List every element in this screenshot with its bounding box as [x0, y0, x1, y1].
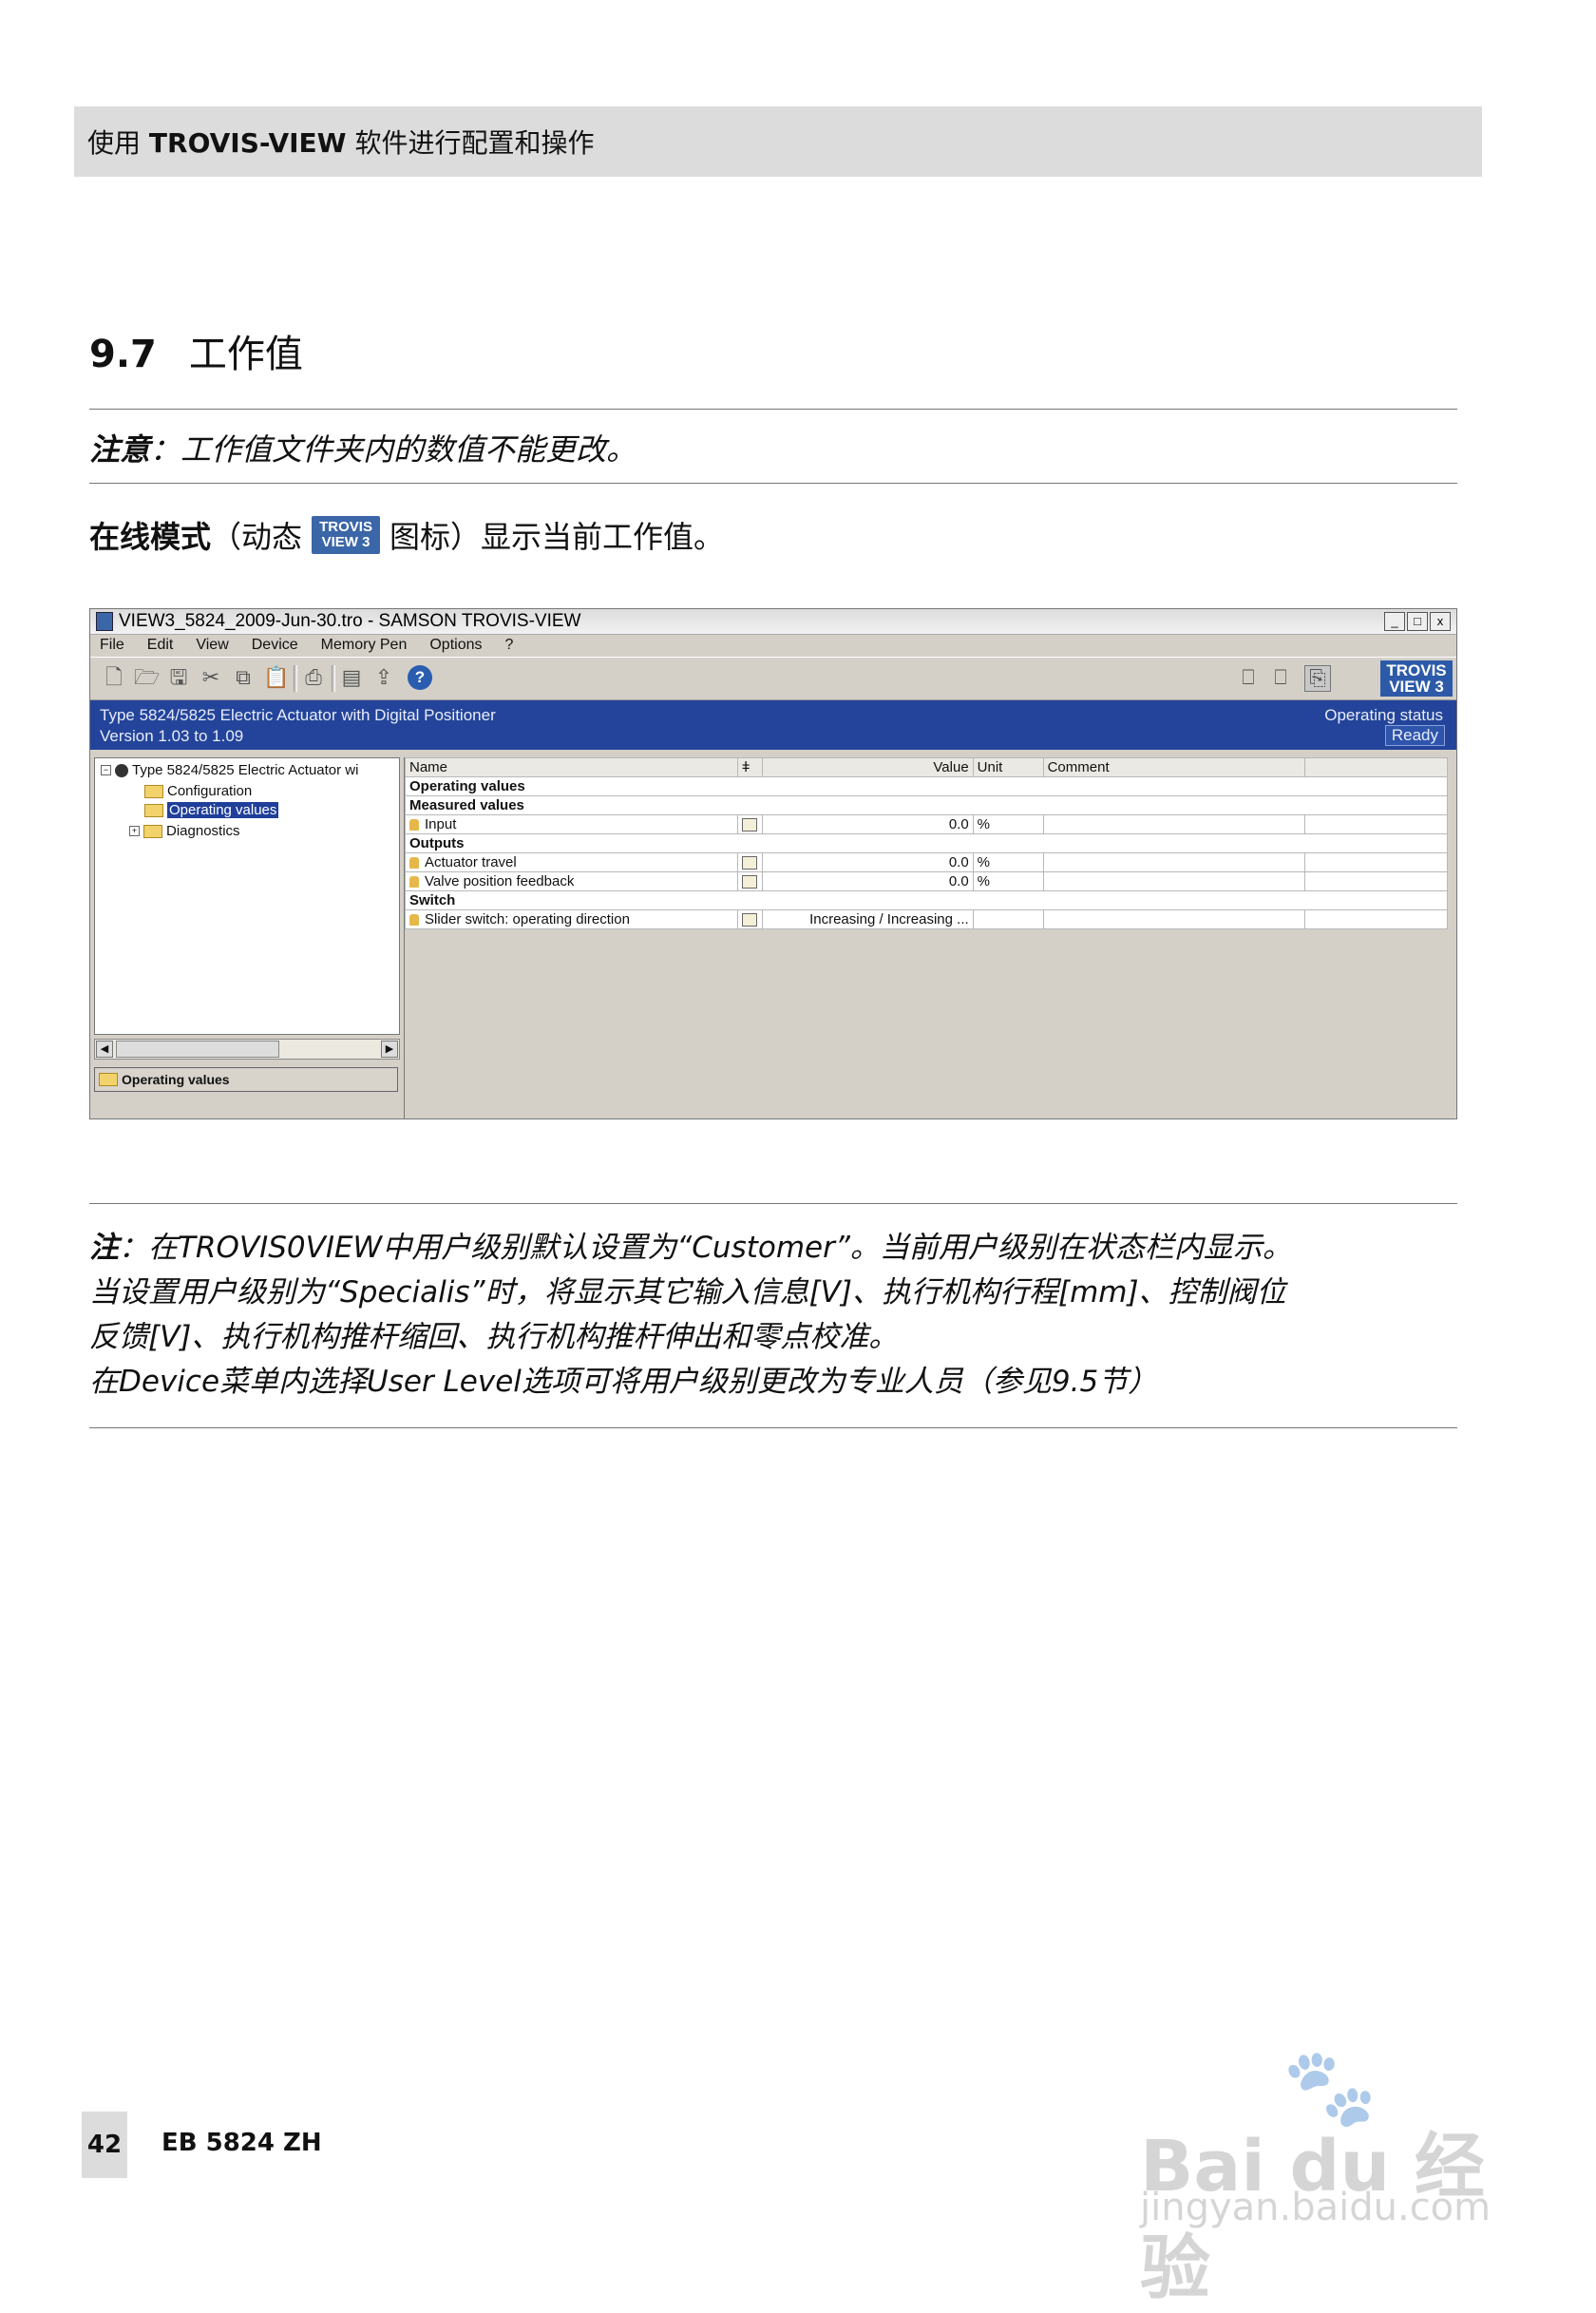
table-row[interactable]: Actuator travel 0.0 % [405, 852, 1448, 872]
open-file-icon[interactable]: 🗁 [134, 665, 160, 690]
note-line: 反馈[V]、执行机构推杆缩回、执行机构推杆伸出和零点校准。 [89, 1320, 899, 1354]
lock-icon [409, 857, 419, 870]
menu-options[interactable]: Options [429, 637, 482, 654]
current-folder-box: Operating values [94, 1067, 398, 1092]
divider [89, 483, 1457, 484]
group-row-operating-values: Operating values [405, 776, 1448, 796]
table-row[interactable]: Input 0.0 % [405, 814, 1448, 834]
note-user-level: 注：在TROVIS0VIEW中用户级别默认设置为“Customer”。当前用户级… [89, 1226, 1476, 1405]
watermark-url: jingyan.baidu.com [1140, 2186, 1492, 2229]
header-band: 使用 TROVIS-VIEW 软件进行配置和操作 [74, 106, 1482, 177]
trovis-view-logo: TROVIS VIEW 3 [1380, 660, 1453, 697]
menu-help[interactable]: ? [505, 637, 514, 654]
page-number: 42 [82, 2112, 127, 2178]
column-header-name[interactable]: Name [405, 757, 738, 777]
app-icon [96, 612, 113, 631]
tree-item-diagnostics[interactable]: + Diagnostics [129, 823, 240, 839]
divider [89, 409, 1457, 410]
properties-icon[interactable]: ▤ [339, 665, 364, 690]
group-row-outputs: Outputs [405, 833, 1448, 853]
toolbar-separator [294, 665, 297, 692]
cut-icon[interactable]: ✂ [199, 665, 223, 690]
device-name: Type 5824/5825 Electric Actuator with Di… [100, 706, 496, 724]
upload-icon[interactable]: ⇪ [371, 665, 396, 690]
online-mode-text: 在线模式 （动态 TROVIS VIEW 3 图标）显示当前工作值。 [89, 513, 724, 557]
operating-status-value: Ready [1384, 725, 1445, 746]
menu-bar: File Edit View Device Memory Pen Options… [90, 635, 1456, 656]
note-values-readonly: 注意：工作值文件夹内的数值不能更改。 [89, 431, 637, 468]
table-row[interactable]: Slider switch: operating direction Incre… [405, 909, 1448, 929]
lock-icon [409, 914, 419, 927]
folder-icon [143, 824, 162, 838]
scroll-thumb[interactable] [116, 1041, 279, 1058]
folder-icon [99, 1073, 118, 1086]
column-header-comment[interactable]: Comment [1042, 757, 1306, 777]
menu-view[interactable]: View [196, 637, 228, 654]
window-titlebar: VIEW3_5824_2009-Jun-30.tro - SAMSON TROV… [90, 609, 1456, 635]
tree-item-operating-values[interactable]: Operating values [144, 802, 279, 818]
maximize-button[interactable]: □ [1407, 612, 1428, 631]
trovis-view-screenshot: VIEW3_5824_2009-Jun-30.tro - SAMSON TROV… [89, 608, 1457, 1119]
device-icon [115, 763, 128, 777]
group-row-measured-values: Measured values [405, 795, 1448, 815]
baidu-watermark: 🐾 Bai du 经验 jingyan.baidu.com [1140, 2043, 1539, 2309]
folder-icon [144, 784, 163, 798]
section-heading: 9.7 工作值 [89, 323, 303, 378]
print-icon[interactable]: ⎙ [301, 665, 326, 690]
copy-icon[interactable]: ⧉ [231, 665, 256, 690]
folder-tree: − Type 5824/5825 Electric Actuator wi Co… [94, 757, 400, 1035]
window-title: VIEW3_5824_2009-Jun-30.tro - SAMSON TROV… [119, 611, 581, 631]
column-header-flag[interactable]: ǂ [736, 757, 763, 777]
note-line: 当设置用户级别为“Specialis”时，将显示其它输入信息[V]、执行机构行程… [89, 1275, 1286, 1309]
scroll-right-icon[interactable]: ▶ [381, 1041, 398, 1058]
note-line: 注：在TROVIS0VIEW中用户级别默认设置为“Customer”。当前用户级… [89, 1231, 1292, 1265]
device-info-bar: Type 5824/5825 Electric Actuator with Di… [90, 700, 1456, 750]
operating-status-label: Operating status [1324, 706, 1443, 724]
tree-horizontal-scrollbar[interactable]: ◀ ▶ [94, 1039, 400, 1060]
note-line: 在Device菜单内选择User Level选项可将用户级别更改为专业人员（参见… [89, 1365, 1158, 1399]
menu-device[interactable]: Device [252, 637, 298, 654]
lock-icon [409, 876, 419, 889]
section-title: 工作值 [188, 333, 303, 376]
values-grid: Name ǂ Value Unit Comment Operating valu… [404, 757, 1455, 1118]
folder-icon [144, 803, 163, 817]
save-icon[interactable]: 🖫 [166, 665, 191, 690]
device-monitor-icon[interactable]: ⎕ [1268, 665, 1293, 690]
firmware-version: Version 1.03 to 1.09 [100, 727, 244, 745]
toolbar-separator [332, 665, 335, 692]
minimize-button[interactable]: _ [1384, 612, 1405, 631]
column-header-value[interactable]: Value [761, 757, 974, 777]
edit-icon [741, 913, 757, 927]
expand-icon[interactable]: + [129, 826, 140, 836]
help-icon[interactable]: ? [408, 665, 432, 690]
menu-edit[interactable]: Edit [147, 637, 174, 654]
close-button[interactable]: x [1430, 612, 1451, 631]
edit-icon [741, 875, 757, 889]
toolbar: 🗋 🗁 🖫 ✂ ⧉ 📋 ⎙ ▤ ⇪ ? ⎕ ⎕ ⎘ [90, 657, 1456, 700]
tree-item-configuration[interactable]: Configuration [144, 783, 252, 799]
table-header-row: Name ǂ Value Unit Comment [405, 757, 1448, 777]
scroll-left-icon[interactable]: ◀ [96, 1041, 113, 1058]
menu-file[interactable]: File [100, 637, 124, 654]
online-mode-icon[interactable]: ⎘ [1304, 665, 1331, 692]
device-offline-icon[interactable]: ⎕ [1236, 665, 1261, 690]
section-number: 9.7 [89, 333, 157, 376]
table-row[interactable]: Valve position feedback 0.0 % [405, 871, 1448, 891]
edit-icon [741, 856, 757, 870]
edit-icon [741, 818, 757, 832]
lock-icon [409, 819, 419, 832]
column-header-extra [1304, 757, 1448, 777]
collapse-icon[interactable]: − [101, 765, 111, 775]
group-row-switch: Switch [405, 890, 1448, 910]
header-title: 使用 TROVIS-VIEW 软件进行配置和操作 [87, 127, 595, 159]
new-file-icon[interactable]: 🗋 [102, 665, 126, 690]
paste-icon[interactable]: 📋 [263, 665, 289, 690]
menu-memory-pen[interactable]: Memory Pen [321, 637, 408, 654]
divider [89, 1427, 1457, 1428]
document-id: EB 5824 ZH [162, 2129, 322, 2157]
divider [89, 1203, 1457, 1204]
tree-root[interactable]: − Type 5824/5825 Electric Actuator wi [101, 762, 358, 778]
trovis-view-icon: TROVIS VIEW 3 [312, 516, 381, 554]
column-header-unit[interactable]: Unit [972, 757, 1044, 777]
